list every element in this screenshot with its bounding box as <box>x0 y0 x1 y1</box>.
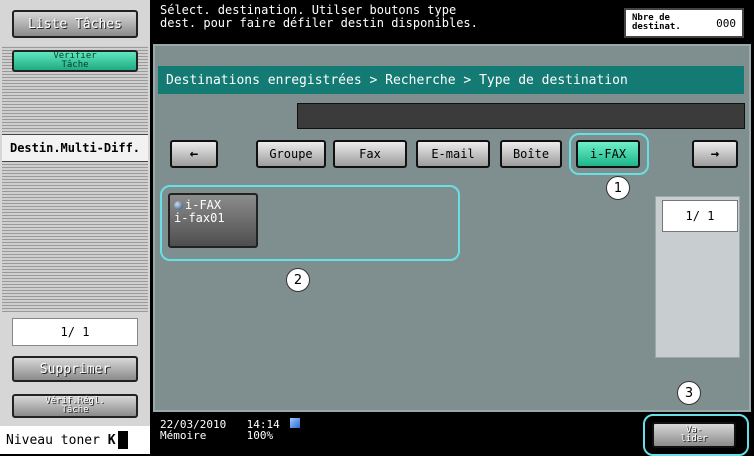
ifax-highlight-ring <box>569 133 649 175</box>
callout-2: 2 <box>286 268 310 292</box>
validate-highlight-ring <box>643 414 749 456</box>
callout-3: 3 <box>677 381 701 405</box>
destination-count-label: Nbre de destinat. <box>632 13 681 32</box>
arrow-right-icon: → <box>710 146 720 162</box>
destination-count-value: 000 <box>716 16 736 30</box>
verify-settings-button[interactable]: Vérif.Régl. Tâche <box>12 394 138 418</box>
copier-panel: Liste Tâches Vérifier Tâche Destin.Multi… <box>0 0 754 456</box>
breadcrumb: Destinations enregistrées > Recherche > … <box>158 66 744 94</box>
toner-bar-icon <box>117 431 128 449</box>
sidebar-page-indicator: 1/ 1 <box>12 318 138 346</box>
memory-label: Mémoire <box>160 429 207 442</box>
arrow-left-icon: ← <box>189 146 199 162</box>
network-icon <box>290 418 301 428</box>
type-group-button[interactable]: Groupe <box>256 140 326 168</box>
type-fax-button[interactable]: Fax <box>333 140 407 168</box>
prev-arrow-button[interactable]: ← <box>170 140 218 168</box>
sidebar-stripe-middle <box>2 162 148 312</box>
toner-mark: K <box>107 432 116 448</box>
job-list-button[interactable]: Liste Tâches <box>12 10 138 38</box>
destination-count: Nbre de destinat. 000 <box>624 8 744 38</box>
toner-label: Niveau toner <box>6 432 100 448</box>
callout-1: 1 <box>606 176 630 200</box>
list-page-indicator: 1/ 1 <box>662 200 738 232</box>
verify-job-button[interactable]: Vérifier Tâche <box>12 50 138 72</box>
destination-area-highlight <box>160 185 460 261</box>
instruction-message: Sélect. destination. Utilser boutons typ… <box>160 3 478 30</box>
type-email-button[interactable]: E-mail <box>416 140 490 168</box>
type-box-button[interactable]: Boîte <box>500 140 562 168</box>
memory-value: 100% <box>246 429 274 442</box>
delete-button[interactable]: Supprimer <box>12 356 138 382</box>
status-bar: 22/03/2010 14:14 Mémoire 100% <box>160 418 301 442</box>
next-arrow-button[interactable]: → <box>692 140 738 168</box>
toner-level: Niveau toner K <box>0 426 150 454</box>
multi-destination-label: Destin.Multi-Diff. <box>2 134 148 162</box>
search-field[interactable] <box>297 103 745 129</box>
